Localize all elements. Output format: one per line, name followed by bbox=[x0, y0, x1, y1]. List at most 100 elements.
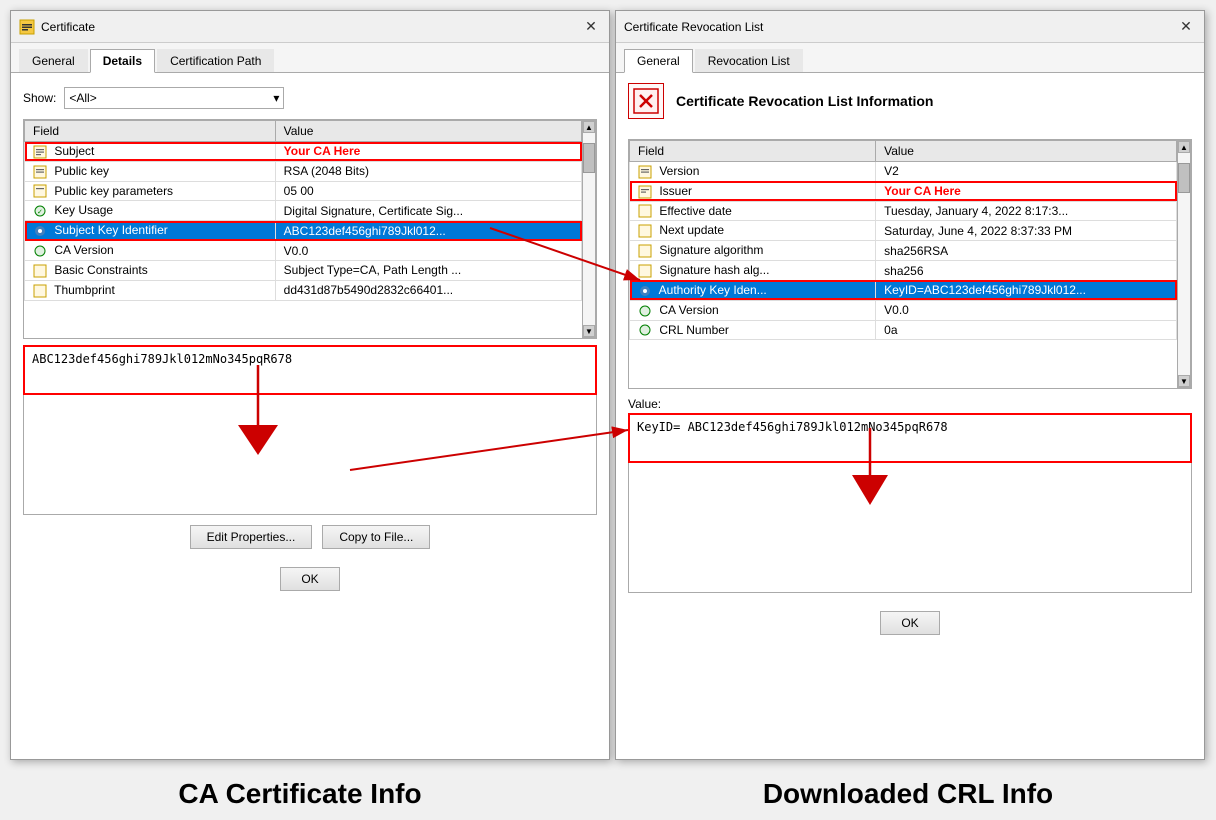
crl-info-header: Certificate Revocation List Information bbox=[616, 73, 1204, 129]
table-row[interactable]: Authority Key Iden... KeyID=ABC123def456… bbox=[630, 280, 1177, 300]
table-row[interactable]: Basic Constraints Subject Type=CA, Path … bbox=[25, 260, 582, 280]
table-row[interactable]: Public key RSA (2048 Bits) bbox=[25, 161, 582, 181]
value-cell: Your CA Here bbox=[876, 181, 1177, 201]
crl-scroll-track bbox=[1178, 153, 1190, 375]
value-cell: dd431d87b5490d2832c66401... bbox=[275, 280, 581, 300]
field-cell: CRL Number bbox=[630, 320, 876, 340]
value-cell: RSA (2048 Bits) bbox=[275, 161, 581, 181]
field-cell: Thumbprint bbox=[25, 280, 276, 300]
crl-value-section: Value: KeyID= ABC123def456ghi789Jkl012mN… bbox=[628, 397, 1192, 593]
edit-properties-button[interactable]: Edit Properties... bbox=[190, 525, 313, 549]
table-row[interactable]: Subject Key Identifier ABC123def456ghi78… bbox=[25, 221, 582, 241]
crl-col-value-header: Value bbox=[876, 141, 1177, 162]
table-row[interactable]: ✓ Key Usage Digital Signature, Certifica… bbox=[25, 201, 582, 221]
field-cell: Public key bbox=[25, 161, 276, 181]
field-cell: Signature algorithm bbox=[630, 241, 876, 261]
crl-value-box: KeyID= ABC123def456ghi789Jkl012mNo345pqR… bbox=[628, 413, 1192, 463]
value-cell: Tuesday, January 4, 2022 8:17:3... bbox=[876, 201, 1177, 221]
cert-title-icon bbox=[19, 19, 35, 35]
cert-title-bar: Certificate ✕ bbox=[11, 11, 609, 43]
cert-value-box: ABC123def456ghi789Jkl012mNo345pqR678 bbox=[23, 345, 597, 395]
value-cell: V0.0 bbox=[275, 241, 581, 261]
value-cell: sha256RSA bbox=[876, 241, 1177, 261]
table-row[interactable]: Subject Your CA Here bbox=[25, 142, 582, 162]
field-cell: Authority Key Iden... bbox=[630, 280, 876, 300]
svg-text:✓: ✓ bbox=[37, 209, 43, 216]
value-cell: V0.0 bbox=[876, 300, 1177, 320]
table-row[interactable]: Effective date Tuesday, January 4, 2022 … bbox=[630, 201, 1177, 221]
scroll-up-btn[interactable]: ▲ bbox=[583, 121, 595, 133]
show-dropdown[interactable]: <All> ▾ bbox=[64, 87, 284, 109]
value-cell: V2 bbox=[876, 162, 1177, 182]
scroll-handle[interactable] bbox=[583, 143, 595, 173]
value-cell: Digital Signature, Certificate Sig... bbox=[275, 201, 581, 221]
field-cell: Subject Key Identifier bbox=[25, 221, 276, 241]
value-cell: KeyID=ABC123def456ghi789Jkl012... bbox=[876, 280, 1177, 300]
table-row[interactable]: Issuer Your CA Here bbox=[630, 181, 1177, 201]
cert-close-button[interactable]: ✕ bbox=[581, 17, 601, 37]
table-row[interactable]: CA Version V0.0 bbox=[25, 241, 582, 261]
cert-table-scroll: Field Value Subject Your CA Here bbox=[24, 120, 582, 338]
cert-table-scrollbar[interactable]: ▲ ▼ bbox=[582, 120, 596, 338]
crl-tab-revocation[interactable]: Revocation List bbox=[695, 49, 803, 72]
col-field-header: Field bbox=[25, 121, 276, 142]
cert-ok-button[interactable]: OK bbox=[280, 567, 340, 591]
crl-tab-bar: General Revocation List bbox=[616, 43, 1204, 73]
crl-ok-row: OK bbox=[616, 603, 1204, 645]
field-cell: ✓ Key Usage bbox=[25, 201, 276, 221]
crl-table-scroll: Field Value Version V2 bbox=[629, 140, 1177, 388]
cert-table: Field Value Subject Your CA Here bbox=[24, 120, 582, 301]
field-cell: Issuer bbox=[630, 181, 876, 201]
crl-table-area: Field Value Version V2 bbox=[628, 139, 1192, 389]
crl-scroll-down-btn[interactable]: ▼ bbox=[1178, 375, 1190, 387]
cert-ok-row: OK bbox=[11, 559, 609, 601]
crl-table-scrollbar[interactable]: ▲ ▼ bbox=[1177, 140, 1191, 388]
crl-header-title: Certificate Revocation List Information bbox=[676, 93, 933, 109]
table-row[interactable]: Signature hash alg... sha256 bbox=[630, 261, 1177, 281]
crl-close-button[interactable]: ✕ bbox=[1176, 17, 1196, 37]
field-cell: CA Version bbox=[25, 241, 276, 261]
field-cell: Signature hash alg... bbox=[630, 261, 876, 281]
table-row[interactable]: Thumbprint dd431d87b5490d2832c66401... bbox=[25, 280, 582, 300]
table-row[interactable]: Next update Saturday, June 4, 2022 8:37:… bbox=[630, 221, 1177, 241]
value-cell: sha256 bbox=[876, 261, 1177, 281]
field-cell: Next update bbox=[630, 221, 876, 241]
crl-header-icon bbox=[628, 83, 664, 119]
cert-table-area: Field Value Subject Your CA Here bbox=[23, 119, 597, 339]
cert-tab-path[interactable]: Certification Path bbox=[157, 49, 274, 72]
crl-scroll-handle[interactable] bbox=[1178, 163, 1190, 193]
table-row[interactable]: CA Version V0.0 bbox=[630, 300, 1177, 320]
right-bottom-label: Downloaded CRL Info bbox=[600, 778, 1216, 810]
crl-tab-general[interactable]: General bbox=[624, 49, 693, 73]
crl-dialog-title: Certificate Revocation List bbox=[624, 20, 1176, 34]
field-cell: Subject bbox=[25, 142, 276, 162]
certificate-dialog: Certificate ✕ General Details Certificat… bbox=[10, 10, 610, 760]
scroll-down-btn[interactable]: ▼ bbox=[583, 325, 595, 337]
table-row[interactable]: Version V2 bbox=[630, 162, 1177, 182]
table-row[interactable]: CRL Number 0a bbox=[630, 320, 1177, 340]
field-cell: CA Version bbox=[630, 300, 876, 320]
left-bottom-label: CA Certificate Info bbox=[0, 778, 600, 810]
field-cell: Effective date bbox=[630, 201, 876, 221]
copy-to-file-button[interactable]: Copy to File... bbox=[322, 525, 430, 549]
crl-dialog-content: Field Value Version V2 bbox=[616, 129, 1204, 603]
crl-value-label: Value: bbox=[628, 397, 1192, 411]
dropdown-arrow: ▾ bbox=[273, 91, 279, 105]
value-cell: Subject Type=CA, Path Length ... bbox=[275, 260, 581, 280]
show-row: Show: <All> ▾ bbox=[23, 87, 597, 109]
field-cell: Version bbox=[630, 162, 876, 182]
cert-dialog-content: Show: <All> ▾ Field Value bbox=[11, 73, 609, 559]
value-cell: Saturday, June 4, 2022 8:37:33 PM bbox=[876, 221, 1177, 241]
crl-ok-button[interactable]: OK bbox=[880, 611, 940, 635]
value-cell: 0a bbox=[876, 320, 1177, 340]
table-row[interactable]: Public key parameters 05 00 bbox=[25, 181, 582, 201]
col-value-header: Value bbox=[275, 121, 581, 142]
field-cell: Public key parameters bbox=[25, 181, 276, 201]
show-label: Show: bbox=[23, 91, 56, 105]
crl-scroll-up-btn[interactable]: ▲ bbox=[1178, 141, 1190, 153]
cert-tab-general[interactable]: General bbox=[19, 49, 88, 72]
cert-tab-details[interactable]: Details bbox=[90, 49, 155, 73]
crl-value-extra bbox=[628, 463, 1192, 593]
table-row[interactable]: Signature algorithm sha256RSA bbox=[630, 241, 1177, 261]
cert-value-box-container: ABC123def456ghi789Jkl012mNo345pqR678 bbox=[23, 345, 597, 515]
